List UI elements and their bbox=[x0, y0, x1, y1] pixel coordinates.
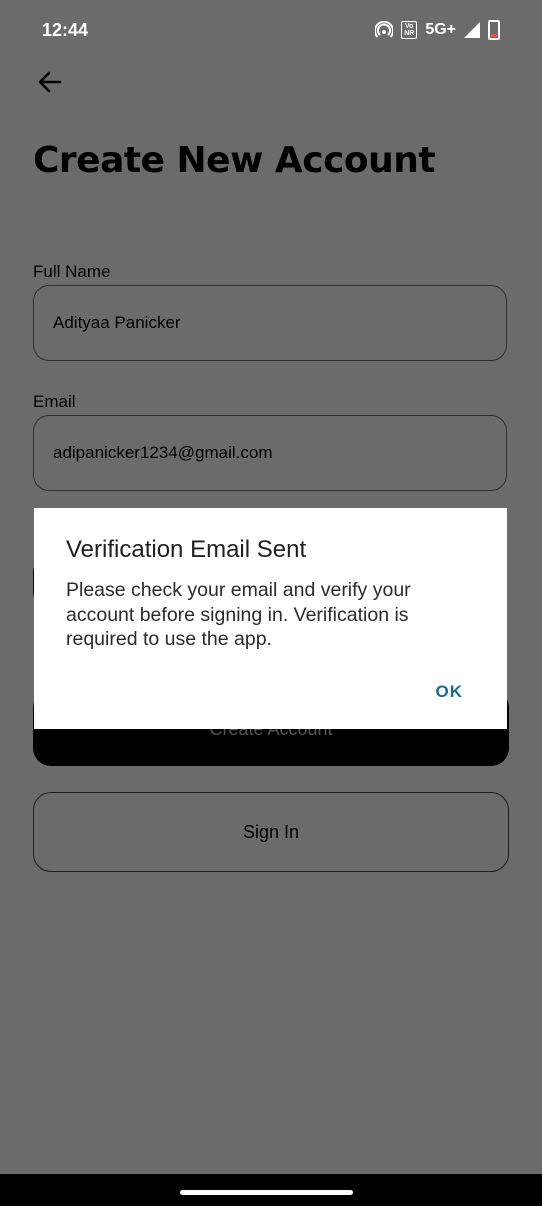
full-name-field[interactable]: Adityaa Panicker bbox=[33, 285, 507, 361]
battery-icon bbox=[488, 20, 500, 40]
signal-icon bbox=[464, 22, 480, 38]
home-indicator[interactable] bbox=[180, 1190, 353, 1195]
full-name-value: Adityaa Panicker bbox=[53, 313, 181, 332]
sign-in-button[interactable]: Sign In bbox=[33, 792, 509, 872]
network-type: 5G+ bbox=[425, 21, 456, 38]
dialog-message: Please check your email and verify your … bbox=[66, 579, 411, 650]
status-icons: Vo NR 5G+ bbox=[375, 20, 500, 40]
back-arrow-icon[interactable] bbox=[34, 66, 66, 98]
full-name-label: Full Name bbox=[33, 262, 111, 281]
page-title: Create New Account bbox=[33, 140, 436, 181]
status-bar: 12:44 Vo NR 5G+ bbox=[0, 0, 542, 62]
email-value: adipanicker1234@gmail.com bbox=[53, 443, 273, 462]
email-label: Email bbox=[33, 392, 76, 411]
volte-icon: Vo NR bbox=[401, 21, 418, 39]
verification-dialog: Verification Email Sent Please check you… bbox=[34, 508, 507, 729]
navigation-bar bbox=[0, 1174, 542, 1206]
dialog-title: Verification Email Sent bbox=[66, 536, 307, 563]
ok-button[interactable]: OK bbox=[436, 682, 464, 702]
status-time: 12:44 bbox=[42, 20, 89, 40]
hotspot-icon bbox=[375, 21, 394, 38]
email-field[interactable]: adipanicker1234@gmail.com bbox=[33, 415, 507, 491]
sign-in-label: Sign In bbox=[242, 821, 300, 842]
